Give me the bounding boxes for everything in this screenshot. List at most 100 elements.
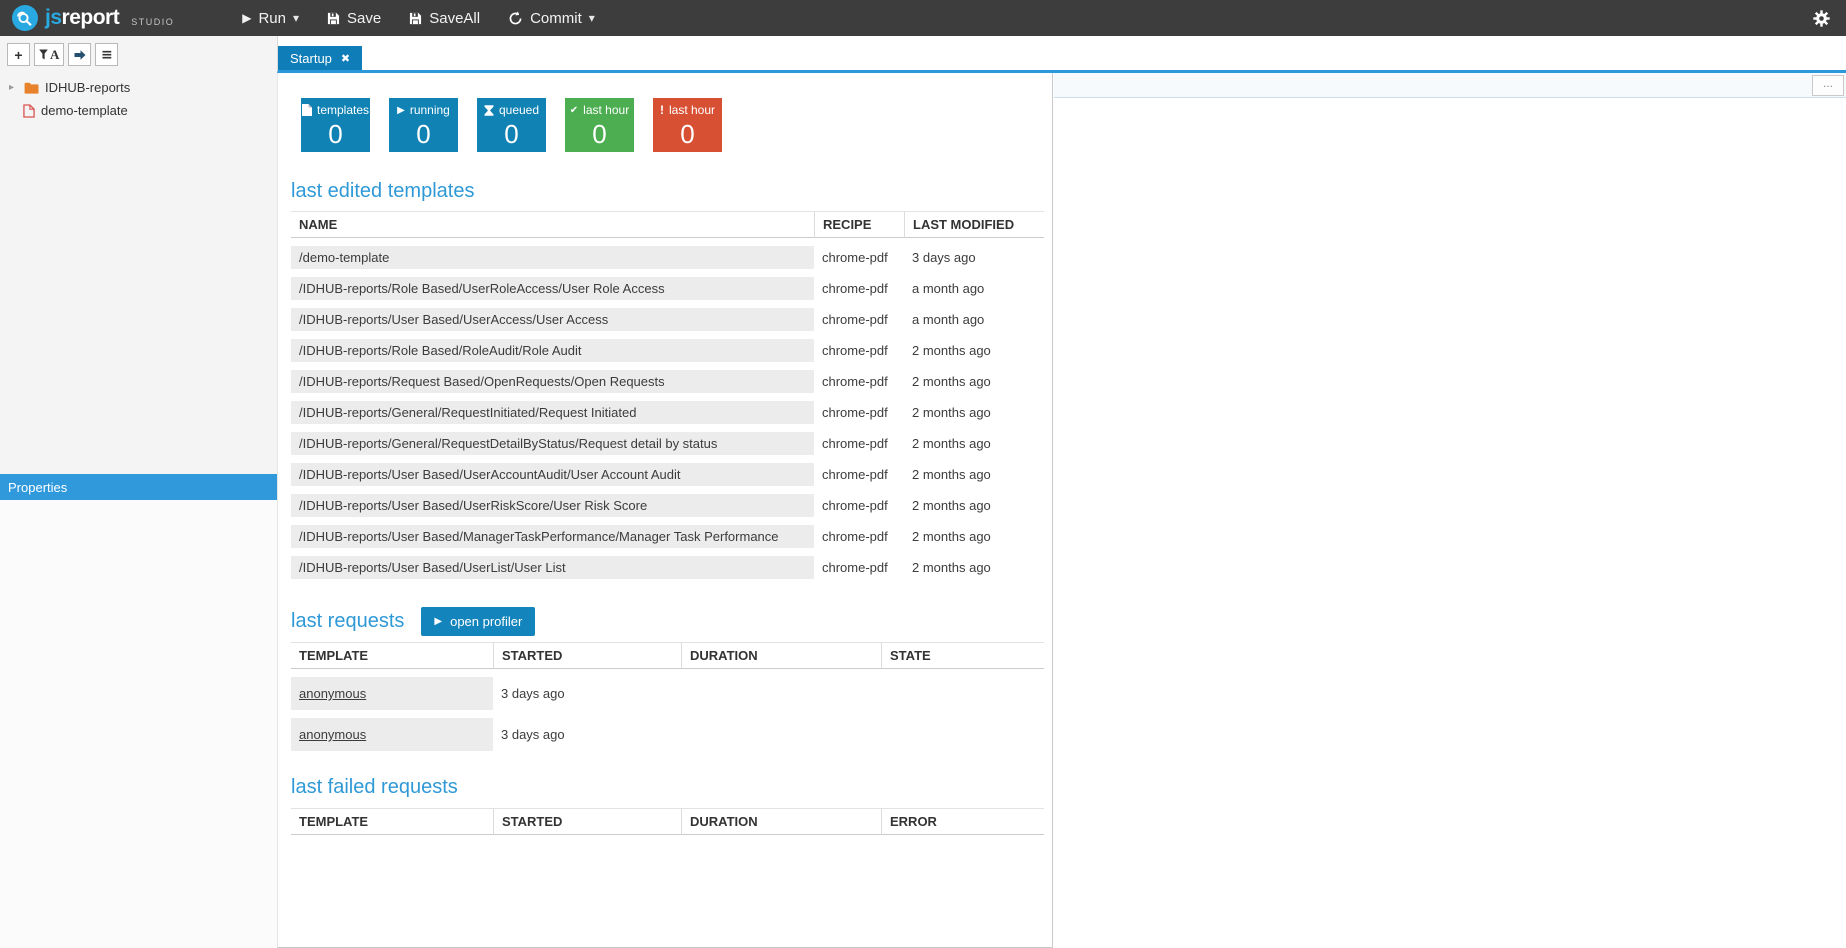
- chevron-down-icon: ▾: [293, 11, 299, 25]
- template-recipe-cell: chrome-pdf: [814, 308, 904, 331]
- template-recipe-cell: chrome-pdf: [814, 370, 904, 393]
- section-title-last-requests: last requests: [291, 611, 404, 632]
- add-entity-button[interactable]: +: [7, 43, 30, 66]
- save-button[interactable]: Save: [313, 0, 395, 36]
- tab-close-icon[interactable]: ✖: [341, 52, 350, 65]
- folder-icon: [24, 82, 39, 94]
- template-name-cell[interactable]: /IDHUB-reports/Role Based/UserRoleAccess…: [291, 277, 814, 300]
- failed-requests-table: TEMPLATE STARTED DURATION ERROR: [291, 800, 1044, 843]
- template-name-cell[interactable]: /IDHUB-reports/User Based/ManagerTaskPer…: [291, 525, 814, 548]
- run-button[interactable]: ▶ Run ▾: [228, 0, 313, 36]
- stat-running: ▶ running 0: [389, 98, 458, 152]
- stat-value: 0: [680, 121, 694, 147]
- template-name-cell[interactable]: /IDHUB-reports/User Based/UserAccess/Use…: [291, 308, 814, 331]
- stat-boxes: templates 0 ▶ running 0 queued 0 ✔ las: [301, 98, 1052, 152]
- column-header-error: ERROR: [881, 808, 1044, 835]
- filter-icon: [39, 49, 48, 60]
- template-row[interactable]: /IDHUB-reports/General/RequestDetailBySt…: [291, 432, 1044, 455]
- floppy-icon: [327, 12, 340, 25]
- run-label: Run: [258, 10, 286, 27]
- request-state-cell: [881, 718, 1044, 751]
- stat-label: running: [410, 103, 450, 117]
- column-header-recipe: RECIPE: [814, 211, 904, 238]
- tab-startup[interactable]: Startup ✖: [278, 46, 362, 70]
- tree-item-idhub-reports[interactable]: ▸ IDHUB-reports: [0, 76, 277, 99]
- stat-value: 0: [504, 121, 518, 147]
- template-name-cell[interactable]: /IDHUB-reports/Role Based/RoleAudit/Role…: [291, 339, 814, 362]
- template-recipe-cell: chrome-pdf: [814, 525, 904, 548]
- properties-header[interactable]: Properties: [0, 474, 277, 500]
- play-icon: ▶: [397, 105, 405, 116]
- stat-success-last-hour: ✔ last hour 0: [565, 98, 634, 152]
- template-row[interactable]: /IDHUB-reports/Role Based/UserRoleAccess…: [291, 277, 1044, 300]
- column-header-started: STARTED: [493, 642, 681, 669]
- requests-table: TEMPLATE STARTED DURATION STATE anonymou…: [291, 634, 1044, 759]
- play-icon: ▶: [242, 11, 251, 25]
- stat-failed-last-hour: ! last hour 0: [653, 98, 722, 152]
- template-modified-cell: 2 months ago: [904, 556, 1044, 579]
- template-row[interactable]: /demo-template chrome-pdf 3 days ago: [291, 246, 1044, 269]
- open-profiler-label: open profiler: [450, 614, 522, 629]
- template-name-cell[interactable]: /IDHUB-reports/User Based/UserRiskScore/…: [291, 494, 814, 517]
- column-header-template: TEMPLATE: [291, 808, 493, 835]
- app-logo[interactable]: jsreport STUDIO: [12, 5, 174, 31]
- preview-toolbar: ...: [1054, 73, 1846, 98]
- template-recipe-cell: chrome-pdf: [814, 556, 904, 579]
- template-row[interactable]: /IDHUB-reports/User Based/UserRiskScore/…: [291, 494, 1044, 517]
- template-modified-cell: 2 months ago: [904, 339, 1044, 362]
- template-row[interactable]: /IDHUB-reports/User Based/UserList/User …: [291, 556, 1044, 579]
- template-row[interactable]: /IDHUB-reports/User Based/ManagerTaskPer…: [291, 525, 1044, 548]
- template-row[interactable]: /IDHUB-reports/General/RequestInitiated/…: [291, 401, 1044, 424]
- open-profiler-button[interactable]: ▶ open profiler: [421, 607, 535, 636]
- request-template-link[interactable]: anonymous: [299, 686, 366, 701]
- section-title-last-edited-templates: last edited templates: [291, 181, 1052, 202]
- topbar: jsreport STUDIO ▶ Run ▾ Save SaveAll: [0, 0, 1846, 36]
- template-name-cell[interactable]: /IDHUB-reports/User Based/UserList/User …: [291, 556, 814, 579]
- template-name-cell[interactable]: /IDHUB-reports/User Based/UserAccountAud…: [291, 463, 814, 486]
- template-recipe-cell: chrome-pdf: [814, 401, 904, 424]
- collapse-tree-button[interactable]: [68, 43, 91, 66]
- template-name-cell[interactable]: /IDHUB-reports/Request Based/OpenRequest…: [291, 370, 814, 393]
- gear-icon: [1813, 10, 1830, 27]
- arrow-right-icon: [74, 50, 86, 60]
- tree-item-demo-template[interactable]: demo-template: [0, 99, 277, 122]
- request-row[interactable]: anonymous 3 days ago: [291, 718, 1044, 751]
- template-modified-cell: a month ago: [904, 308, 1044, 331]
- template-row[interactable]: /IDHUB-reports/Role Based/RoleAudit/Role…: [291, 339, 1044, 362]
- template-recipe-cell: chrome-pdf: [814, 246, 904, 269]
- settings-button[interactable]: [1809, 6, 1834, 31]
- stat-value: 0: [592, 121, 606, 147]
- template-name-cell[interactable]: /demo-template: [291, 246, 814, 269]
- request-row[interactable]: anonymous 3 days ago: [291, 677, 1044, 710]
- filter-by-name-button[interactable]: A: [34, 43, 64, 66]
- template-row[interactable]: /IDHUB-reports/Request Based/OpenRequest…: [291, 370, 1044, 393]
- saveall-button[interactable]: SaveAll: [395, 0, 494, 36]
- tree-menu-button[interactable]: ≡: [95, 43, 118, 66]
- request-started-cell: 3 days ago: [493, 677, 681, 710]
- plus-icon: +: [14, 47, 22, 63]
- history-icon: [508, 11, 523, 26]
- template-row[interactable]: /IDHUB-reports/User Based/UserAccess/Use…: [291, 308, 1044, 331]
- template-row[interactable]: /IDHUB-reports/User Based/UserAccountAud…: [291, 463, 1044, 486]
- commit-button[interactable]: Commit ▾: [494, 0, 609, 36]
- tab-strip: Startup ✖: [277, 36, 1846, 73]
- request-duration-cell: [681, 718, 881, 751]
- section-title-last-failed-requests: last failed requests: [291, 777, 1052, 798]
- template-recipe-cell: chrome-pdf: [814, 432, 904, 455]
- template-name-cell[interactable]: /IDHUB-reports/General/RequestDetailBySt…: [291, 432, 814, 455]
- brand-studio: STUDIO: [131, 10, 174, 27]
- properties-panel: [0, 500, 277, 948]
- column-header-duration: DURATION: [681, 808, 881, 835]
- column-header-started: STARTED: [493, 808, 681, 835]
- entity-tree: ▸ IDHUB-reports demo-template: [0, 76, 277, 122]
- preview-menu-button[interactable]: ...: [1812, 75, 1844, 96]
- tree-item-label: demo-template: [41, 103, 128, 118]
- template-recipe-cell: chrome-pdf: [814, 339, 904, 362]
- template-modified-cell: a month ago: [904, 277, 1044, 300]
- jsreport-logo-icon: [12, 5, 38, 31]
- properties-label: Properties: [8, 480, 67, 495]
- template-name-cell[interactable]: /IDHUB-reports/General/RequestInitiated/…: [291, 401, 814, 424]
- request-template-link[interactable]: anonymous: [299, 727, 366, 742]
- save-label: Save: [347, 10, 381, 27]
- column-header-template: TEMPLATE: [291, 642, 493, 669]
